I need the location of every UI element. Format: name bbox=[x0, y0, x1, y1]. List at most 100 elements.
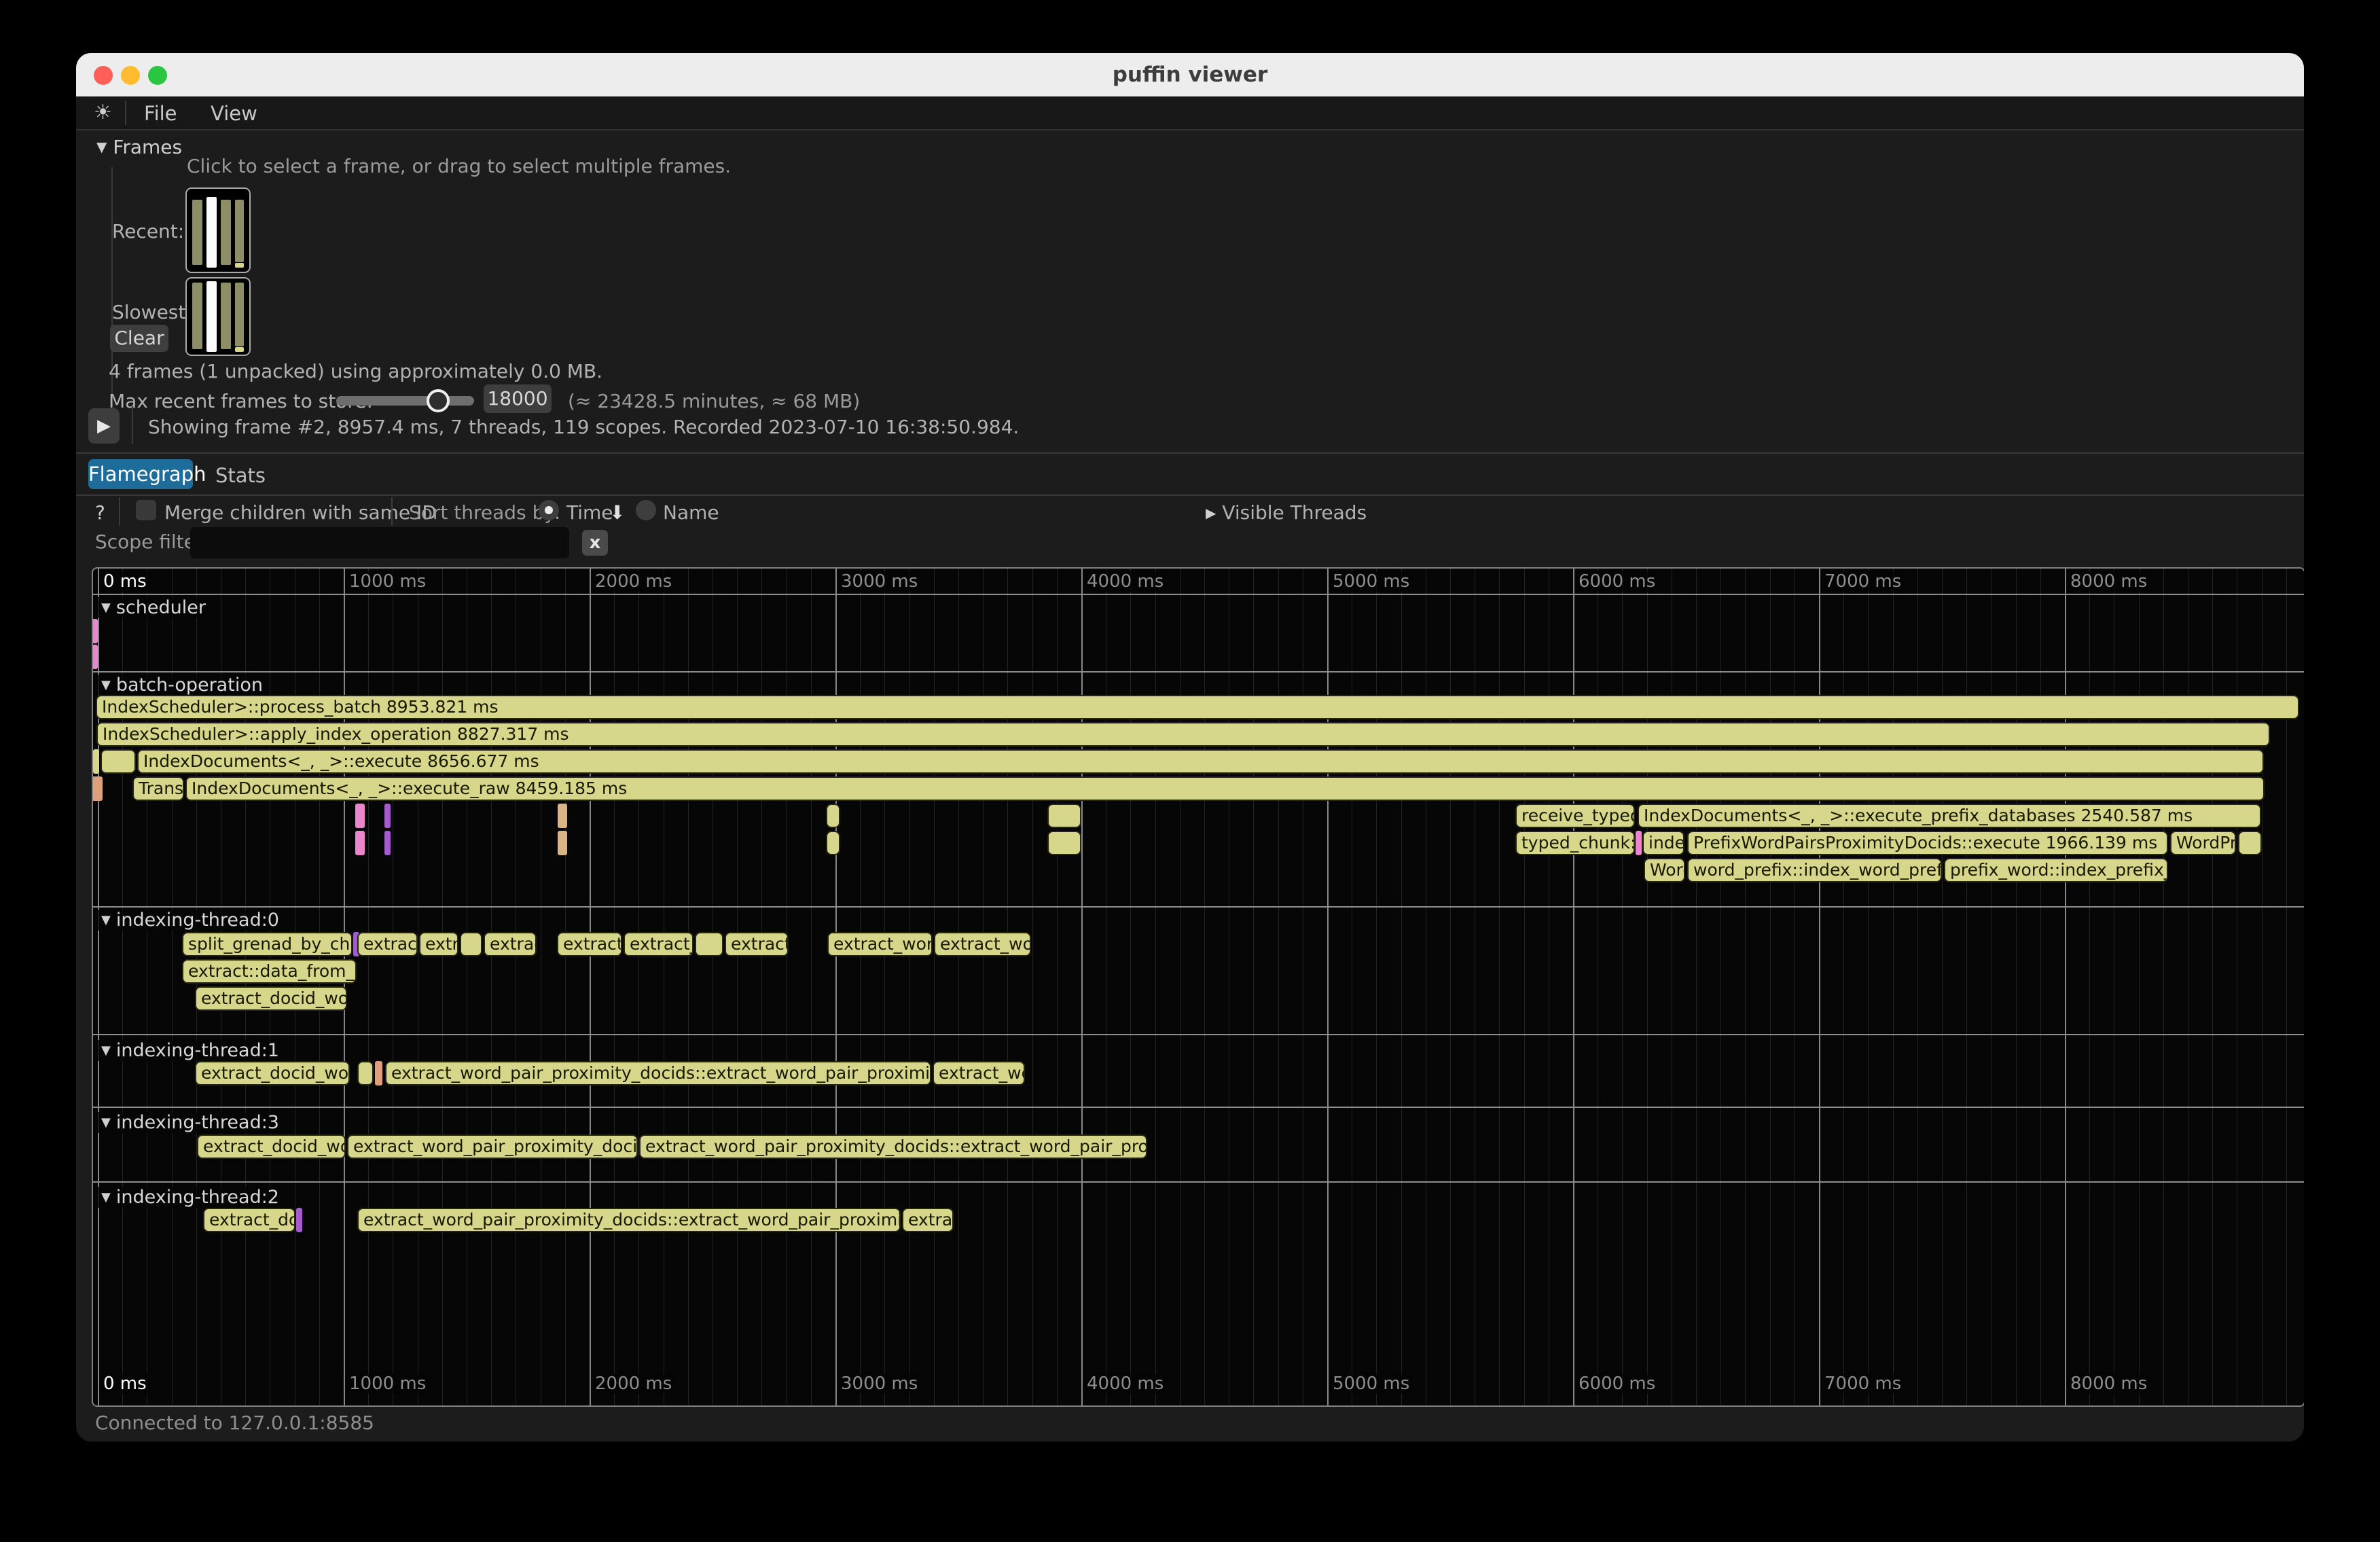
scope-bar[interactable] bbox=[1047, 804, 1081, 828]
scope-bar[interactable] bbox=[384, 804, 391, 828]
sort-name-radio[interactable] bbox=[636, 500, 656, 520]
scope-bar[interactable]: extra bbox=[419, 932, 458, 956]
tab-stats[interactable]: Stats bbox=[215, 464, 266, 487]
thread-header[interactable]: ▼indexing-thread:2 bbox=[97, 1187, 283, 1208]
scope-bar[interactable]: extract_doc bbox=[203, 1208, 295, 1232]
scope-bar[interactable]: IndexScheduler>::apply_index_operation 8… bbox=[96, 722, 2270, 747]
frame-bar bbox=[235, 347, 244, 352]
thread-header[interactable]: ▼indexing-thread:0 bbox=[97, 910, 283, 931]
scope-bar[interactable]: IndexDocuments<_, _>::execute_raw 8459.1… bbox=[185, 776, 2265, 801]
scope-bar[interactable]: extract_wo bbox=[933, 1061, 1025, 1086]
scope-bar[interactable] bbox=[375, 1061, 382, 1086]
scope-bar[interactable]: IndexScheduler>::process_batch 8953.821 … bbox=[96, 695, 2299, 719]
scope-bar[interactable] bbox=[92, 619, 98, 643]
scope-bar[interactable]: extrac bbox=[484, 932, 537, 956]
scope-bar[interactable]: extract_word bbox=[827, 932, 933, 956]
scope-bar[interactable] bbox=[1047, 831, 1081, 855]
thread-header[interactable]: ▼batch-operation bbox=[97, 675, 267, 696]
play-button[interactable]: ▶ bbox=[88, 408, 120, 444]
gridline-minor bbox=[1401, 569, 1402, 1405]
time-tick-label: 6000 ms bbox=[1576, 571, 1658, 592]
scope-bar[interactable]: IndexDocuments<_, _>::execute 8656.677 m… bbox=[137, 749, 2264, 774]
scope-bar[interactable]: WordPr bbox=[2170, 831, 2236, 855]
scope-bar[interactable]: index bbox=[1642, 831, 1684, 855]
sort-direction-arrow-icon[interactable]: ⬇ bbox=[609, 501, 625, 524]
help-button[interactable]: ? bbox=[95, 501, 105, 524]
gridline-minor bbox=[2089, 569, 2090, 1405]
scope-bar[interactable]: receive_typed_ bbox=[1515, 804, 1635, 828]
gridline-minor bbox=[958, 569, 959, 1405]
menu-view[interactable]: View bbox=[211, 102, 257, 125]
scope-bar[interactable]: extract_ bbox=[557, 932, 622, 956]
thread-header[interactable]: ▼indexing-thread:1 bbox=[97, 1040, 283, 1061]
merge-children-checkbox[interactable] bbox=[136, 500, 156, 520]
scope-bar[interactable] bbox=[826, 831, 840, 855]
scope-bar[interactable]: Trans bbox=[132, 776, 184, 801]
scope-bar[interactable] bbox=[695, 932, 723, 956]
scope-bar[interactable] bbox=[1636, 831, 1642, 855]
scope-bar[interactable]: prefix_word::index_prefix_wo bbox=[1944, 858, 2168, 882]
slider-knob[interactable] bbox=[427, 389, 450, 412]
thread-header[interactable]: ▼scheduler bbox=[97, 597, 210, 618]
menu-file[interactable]: File bbox=[144, 102, 177, 125]
section-separator bbox=[93, 906, 2304, 908]
scope-bar[interactable] bbox=[826, 804, 840, 828]
scope-bar[interactable] bbox=[357, 1061, 374, 1086]
sort-time-radio[interactable] bbox=[539, 500, 559, 520]
gridline-minor bbox=[1647, 569, 1648, 1405]
scope-bar[interactable]: extract bbox=[357, 932, 418, 956]
scope-bar[interactable]: typed_chunk::w bbox=[1515, 831, 1635, 855]
frame-thumbnail-slowest[interactable] bbox=[185, 277, 251, 356]
scope-bar[interactable]: PrefixWordPairsProximityDocids::execute … bbox=[1687, 831, 2168, 855]
scope-bar[interactable]: Word bbox=[1644, 858, 1685, 882]
clear-button[interactable]: Clear bbox=[110, 325, 168, 352]
scope-bar[interactable] bbox=[355, 831, 365, 855]
scope-bar[interactable] bbox=[355, 804, 365, 828]
scope-bar[interactable]: extract_word_pair_proximity_docids::extr… bbox=[385, 1061, 931, 1086]
scope-bar[interactable] bbox=[101, 749, 136, 774]
scope-bar[interactable]: extract_wo bbox=[934, 932, 1031, 956]
frame-bar bbox=[235, 283, 244, 346]
tab-flamegraph[interactable]: Flamegraph bbox=[88, 459, 193, 489]
scope-bar[interactable] bbox=[93, 749, 99, 774]
recent-label: Recent: bbox=[112, 220, 184, 243]
scope-filter-input[interactable] bbox=[190, 527, 569, 558]
scope-bar[interactable] bbox=[384, 831, 391, 855]
gridline-minor bbox=[1155, 569, 1156, 1405]
frame-bar bbox=[235, 263, 244, 268]
scope-bar[interactable]: extract_word_pair_proximity_docids::extr… bbox=[357, 1208, 901, 1232]
clear-filter-button[interactable]: x bbox=[582, 530, 608, 556]
scope-bar[interactable]: extract bbox=[725, 932, 789, 956]
scope-bar[interactable]: extract_docid_word bbox=[195, 1061, 350, 1086]
theme-sun-icon[interactable]: ☀ bbox=[94, 101, 112, 124]
scope-bar[interactable] bbox=[558, 831, 567, 855]
scope-bar[interactable]: IndexDocuments<_, _>::execute_prefix_dat… bbox=[1638, 804, 2261, 828]
scope-bar[interactable]: extract_docid_word bbox=[195, 986, 347, 1011]
scope-bar[interactable]: extract_word_pair_proximity_docids bbox=[347, 1134, 638, 1159]
scope-bar[interactable]: extract::data_from_ob bbox=[182, 959, 357, 984]
flamegraph-canvas[interactable]: 0 ms0 ms1000 ms1000 ms2000 ms2000 ms3000… bbox=[92, 567, 2304, 1407]
scope-bar[interactable]: word_prefix::index_word_prefix_ bbox=[1687, 858, 1942, 882]
time-tick-label: 4000 ms bbox=[1084, 571, 1166, 592]
scope-bar[interactable]: extract_word_pair_proximity_docids::extr… bbox=[639, 1134, 1147, 1159]
scope-bar[interactable] bbox=[92, 776, 103, 801]
max-frames-slider[interactable] bbox=[336, 396, 474, 406]
gridline-minor bbox=[1007, 569, 1008, 1405]
scope-bar[interactable]: extract_ bbox=[624, 932, 693, 956]
visible-threads-header[interactable]: ▶ Visible Threads bbox=[1206, 501, 1367, 524]
max-frames-value[interactable]: 18000 bbox=[484, 384, 552, 413]
gridline-minor bbox=[909, 569, 910, 1405]
scope-bar[interactable] bbox=[92, 645, 98, 669]
scope-bar[interactable]: split_grenad_by_chun bbox=[182, 932, 353, 956]
gridline-minor bbox=[2286, 569, 2287, 1405]
scope-bar[interactable]: extrac bbox=[902, 1208, 954, 1232]
frames-section-header[interactable]: ▼ Frames bbox=[96, 136, 182, 158]
scope-bar[interactable] bbox=[296, 1208, 302, 1232]
scope-bar[interactable] bbox=[2238, 831, 2262, 855]
thread-header[interactable]: ▼indexing-thread:3 bbox=[97, 1112, 283, 1133]
scope-bar[interactable] bbox=[460, 932, 482, 956]
scope-bar[interactable]: extract_docid_word bbox=[197, 1134, 346, 1159]
gridline-minor bbox=[1696, 569, 1697, 1405]
frame-thumbnail-recent[interactable] bbox=[185, 187, 251, 273]
scope-bar[interactable] bbox=[558, 804, 567, 828]
